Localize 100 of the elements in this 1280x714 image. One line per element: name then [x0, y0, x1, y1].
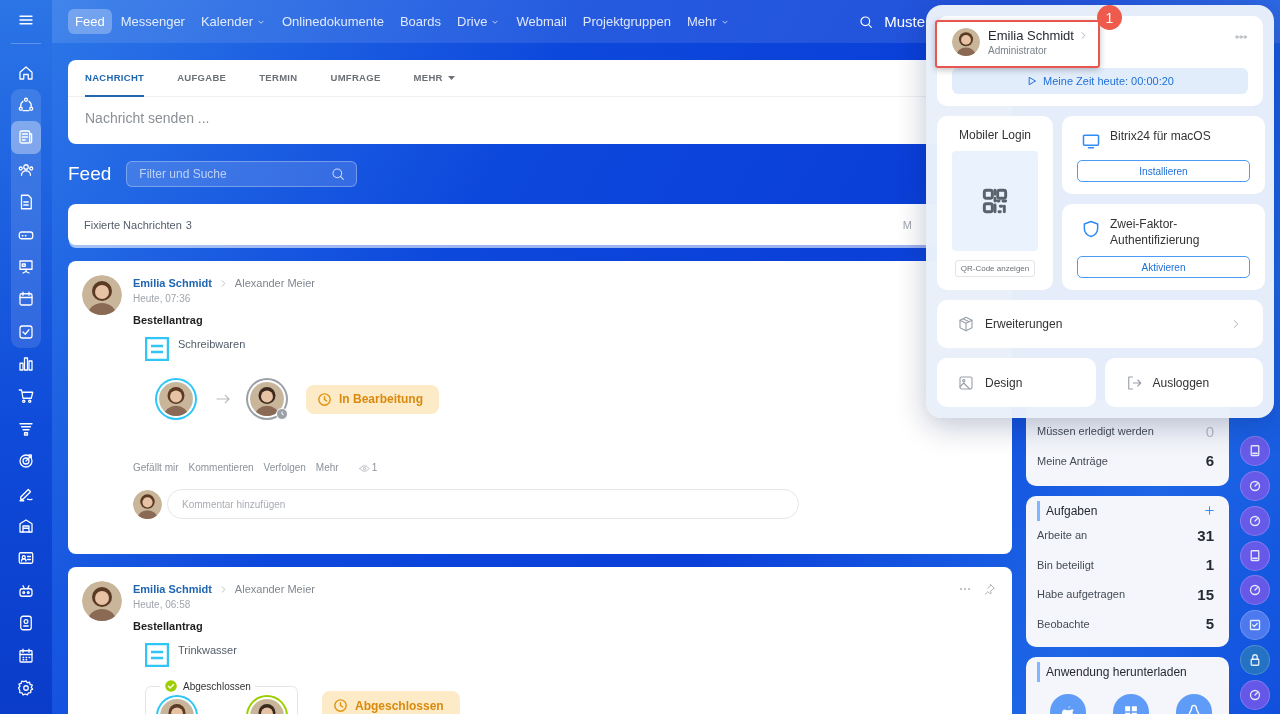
composer-tab[interactable]: TERMIN	[259, 60, 298, 97]
nav-tab[interactable]: Webmail	[509, 9, 574, 34]
stage-label: Abgeschlossen	[183, 680, 251, 692]
pinned-label: Fixierte Nachrichten	[84, 218, 182, 231]
nav-tab[interactable]: Drive	[450, 9, 508, 34]
shield-icon	[1081, 219, 1101, 240]
document-icon	[145, 643, 169, 667]
sidebar-item[interactable]	[11, 121, 41, 154]
newspaper-icon	[17, 128, 35, 147]
eye-icon	[358, 462, 370, 474]
document-name[interactable]: Schreibwaren	[178, 337, 246, 361]
app-button[interactable]	[1240, 645, 1270, 676]
post-action[interactable]: Mehr	[315, 460, 339, 476]
app-action-button[interactable]: Installieren	[1077, 160, 1250, 183]
target-icon	[17, 452, 35, 471]
counter-value: 15	[1197, 585, 1214, 603]
counter-label[interactable]: Meine Anträge	[1037, 454, 1108, 467]
safe-icon	[17, 614, 35, 633]
app-button[interactable]	[1240, 470, 1270, 501]
user-name[interactable]: Muste	[884, 13, 925, 30]
nav-tab[interactable]: Messenger	[113, 9, 192, 34]
box-icon	[957, 315, 975, 334]
post-title: Bestellantrag	[133, 619, 203, 634]
settings-icon	[17, 679, 35, 697]
app-button[interactable]	[1240, 505, 1270, 536]
composer-tab[interactable]: AUFGABE	[177, 60, 227, 97]
counter-value: 0	[1205, 422, 1214, 440]
avatar	[82, 275, 122, 315]
app-button[interactable]	[1240, 575, 1270, 606]
post-action[interactable]: Verfolgen	[263, 460, 306, 476]
recipient-name[interactable]: Alexander Meier	[234, 275, 315, 291]
counter-label[interactable]: Arbeite an	[1037, 529, 1088, 542]
qr-button[interactable]: QR-Code anzeigen	[954, 260, 1036, 278]
play-icon	[1026, 75, 1039, 88]
document-icon	[145, 337, 169, 361]
avatar	[82, 581, 122, 621]
document-name[interactable]: Trinkwasser	[178, 643, 237, 667]
clock-icon	[276, 408, 288, 420]
clock-icon	[316, 390, 333, 408]
app-button[interactable]	[1240, 435, 1270, 466]
cart-icon	[17, 387, 35, 406]
counter-label[interactable]: Bin beteiligt	[1037, 558, 1094, 571]
nav-tab[interactable]: Onlinedokumente	[275, 9, 391, 34]
post-time: Heute, 06:58	[133, 598, 191, 612]
garage-icon	[17, 517, 35, 536]
counter-label[interactable]: Beobachte	[1037, 617, 1090, 630]
step-badge: 1	[1097, 5, 1122, 30]
image-icon	[957, 373, 975, 392]
nav-tab[interactable]: Mehr	[679, 9, 737, 34]
search-icon	[858, 13, 875, 30]
widget-title: Aufgaben	[1046, 503, 1098, 518]
nav-tab[interactable]: Projektgruppen	[575, 9, 678, 34]
clock-icon	[332, 697, 349, 714]
pin-icon	[983, 582, 996, 596]
counter-label[interactable]: Müssen erledigt werden	[1037, 425, 1154, 438]
filter-field[interactable]: Filter und Suche	[126, 161, 358, 187]
status-text: In Bearbeitung	[339, 392, 423, 406]
app-button[interactable]	[1240, 540, 1270, 571]
check-icon	[164, 679, 178, 693]
status-text: Abgeschlossen	[355, 698, 444, 713]
composer-tab[interactable]: MEHR	[413, 60, 455, 97]
app-title: Zwei-Faktor-Authentifizierung	[1110, 216, 1201, 249]
avatar	[133, 489, 162, 519]
profile-role: Administrator	[988, 45, 1048, 56]
app-action-button[interactable]: Aktivieren	[1077, 256, 1250, 279]
counter-value: 6	[1205, 452, 1214, 470]
post-action[interactable]: Gefällt mir	[133, 460, 179, 476]
search-icon	[330, 166, 347, 182]
counter-value: 1	[1205, 556, 1214, 574]
checkbox-icon	[17, 322, 35, 341]
author-link[interactable]: Emilia Schmidt	[133, 581, 212, 597]
nodes-icon	[17, 95, 35, 114]
menu-item[interactable]: Ausloggen	[1104, 358, 1263, 407]
counter-value: 5	[1205, 615, 1214, 633]
views-count: 1	[358, 460, 378, 476]
counter-label[interactable]: Habe aufgetragen	[1037, 588, 1126, 601]
app-title: Bitrix24 für macOS	[1110, 128, 1212, 145]
app-button[interactable]	[1240, 610, 1270, 641]
menu-item[interactable]: Design	[937, 358, 1096, 407]
nav-tab[interactable]: Kalender	[193, 9, 273, 34]
post-action[interactable]: Kommentieren	[188, 460, 254, 476]
menu-item[interactable]: Erweiterungen	[937, 300, 1263, 348]
post-time: Heute, 07:36	[133, 292, 191, 306]
calendar-icon	[17, 290, 35, 309]
app-button[interactable]	[1240, 680, 1270, 711]
feed-title: Feed	[68, 163, 112, 185]
avatar	[952, 28, 980, 56]
plus-icon	[1203, 504, 1216, 517]
timer-button[interactable]: Meine Zeit heute: 00:00:20	[952, 68, 1248, 95]
post-title: Bestellantrag	[133, 313, 203, 328]
recipient-name[interactable]: Alexander Meier	[234, 581, 315, 597]
card-title: Mobiler Login	[958, 128, 1031, 143]
composer-tab[interactable]: NACHRICHT	[85, 60, 145, 97]
nav-tab[interactable]: Boards	[392, 9, 449, 34]
author-link[interactable]: Emilia Schmidt	[133, 275, 212, 291]
profile-name[interactable]: Emilia Schmidt	[988, 28, 1089, 43]
composer-tab[interactable]: UMFRAGE	[330, 60, 381, 97]
bar-chart-icon	[17, 355, 35, 374]
counter-value: 31	[1197, 526, 1214, 544]
caret-icon	[447, 75, 455, 80]
